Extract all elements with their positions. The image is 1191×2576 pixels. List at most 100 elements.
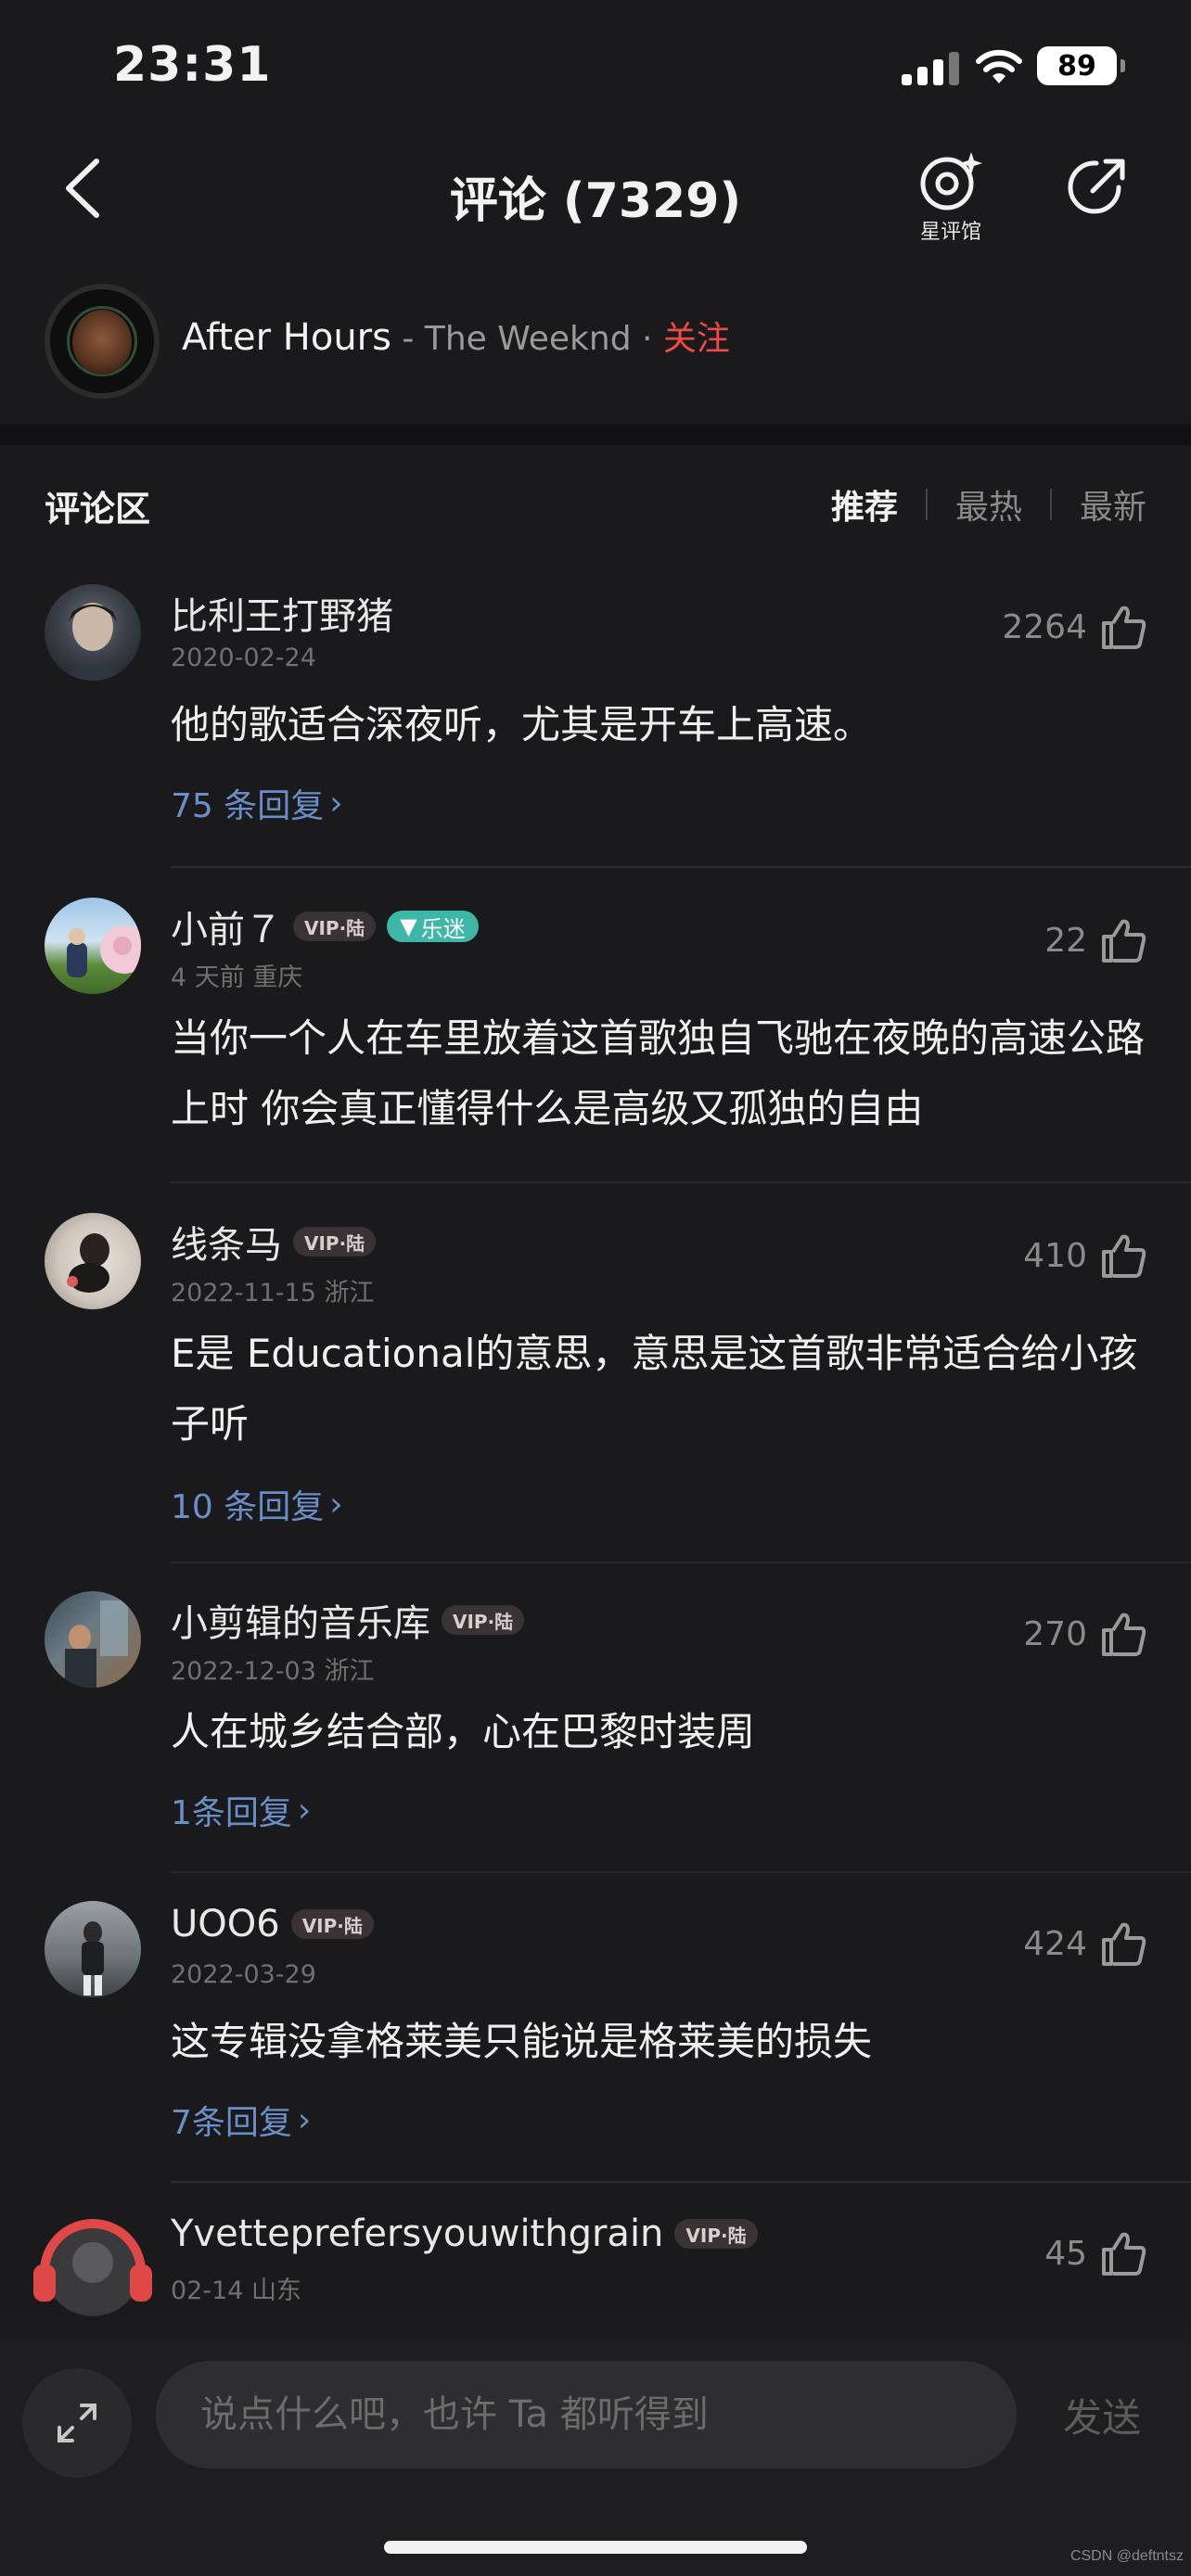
tab-recommended[interactable]: 推荐 [831, 480, 898, 529]
scroll-fade [0, 2309, 1191, 2346]
song-text: After Hours - The Weeknd · 关注 [182, 312, 730, 360]
comment-date: 4 天前 重庆 [171, 963, 303, 992]
replies-link[interactable]: 75 条回复 › [171, 779, 343, 827]
status-bar: 23:31 89 [0, 0, 1191, 130]
song-info-row[interactable]: After Hours - The Weeknd · 关注 [0, 278, 1191, 399]
vip-badge: VIP·陆 [442, 1605, 525, 1635]
tab-newest[interactable]: 最新 [1080, 480, 1146, 529]
replies-link[interactable]: 7条回复 › [171, 2096, 311, 2144]
avatar[interactable] [45, 898, 141, 994]
divider [171, 866, 1191, 868]
avatar[interactable] [45, 1591, 141, 1688]
filter-icon: ▼ [400, 913, 417, 939]
thumbs-up-icon [1102, 1234, 1146, 1278]
replies-link[interactable]: 1条回复 › [171, 1786, 311, 1834]
thumbs-up-icon [1102, 919, 1146, 963]
sparkle-record-icon [920, 152, 982, 210]
thumbs-up-icon [1102, 1922, 1146, 1966]
follow-button[interactable]: 关注 [663, 320, 730, 358]
username-text[interactable]: 线条马 [171, 1215, 282, 1269]
comment-date: 2022-11-15 浙江 [171, 1279, 375, 1307]
replies-link[interactable]: 10 条回复 › [171, 1480, 343, 1528]
tab-hottest[interactable]: 最热 [955, 480, 1022, 529]
section-title: 评论区 [45, 489, 151, 529]
headphones-avatar-frame [33, 2219, 152, 2316]
like-button[interactable]: 2264 [1002, 605, 1146, 649]
home-indicator [384, 2541, 807, 2554]
username[interactable]: Yvetteprefersyouwithgrain VIP·陆 [171, 2213, 758, 2255]
avatar[interactable] [45, 584, 141, 681]
username[interactable]: 小前７ VIP·陆 ▼ 乐迷 [171, 899, 479, 953]
vip-badge: VIP·陆 [290, 1909, 374, 1939]
share-icon[interactable] [1065, 154, 1130, 219]
wifi-icon [976, 49, 1022, 83]
like-count: 270 [1023, 1614, 1087, 1653]
username-text[interactable]: UOO6 [171, 1903, 280, 1945]
username[interactable]: UOO6 VIP·陆 [171, 1903, 374, 1945]
comment-text: 人在城乡结合部，心在巴黎时装周 [171, 1709, 756, 1754]
replies-text[interactable]: 10 条回复 [171, 1480, 324, 1528]
star-review-button[interactable]: 星评馆 [909, 150, 992, 252]
avatar[interactable] [45, 1901, 141, 1997]
like-button[interactable]: 424 [1023, 1921, 1146, 1966]
section-divider [0, 425, 1191, 445]
like-button[interactable]: 410 [1023, 1233, 1146, 1278]
divider [171, 2181, 1191, 2183]
username-text[interactable]: 小剪辑的音乐库 [171, 1593, 430, 1647]
artist-name[interactable]: The Weeknd [425, 320, 632, 358]
comment-item: 小剪辑的音乐库 VIP·陆 2022-12-03 浙江 270 人在城乡结合部，… [0, 1591, 1191, 1873]
divider [171, 1181, 1191, 1183]
like-count: 410 [1023, 1236, 1087, 1275]
status-time: 23:31 [113, 37, 272, 93]
dot-separator: · [631, 320, 663, 358]
fan-badge: ▼ 乐迷 [387, 911, 479, 942]
username[interactable]: 小剪辑的音乐库 VIP·陆 [171, 1593, 525, 1647]
comment-text: 这专辑没拿格莱美只能说是格莱美的损失 [171, 2019, 873, 2064]
avatar[interactable] [28, 2198, 158, 2327]
sort-tabs: 推荐 最热 最新 [831, 480, 1146, 529]
artist-separator: - [391, 320, 425, 358]
comment-item: 比利王打野猪 2020-02-24 2264 他的歌适合深夜听，尤其是开车上高速… [0, 584, 1191, 868]
divider [171, 1871, 1191, 1873]
like-count: 45 [1044, 2234, 1087, 2273]
chevron-right-icon: › [297, 2100, 312, 2139]
comment-input[interactable] [156, 2361, 1017, 2468]
comment-date: 2022-12-03 浙江 [171, 1657, 375, 1686]
song-title: After Hours [182, 316, 391, 359]
like-button[interactable]: 45 [1044, 2231, 1146, 2276]
comment-date: 2020-02-24 [171, 644, 316, 672]
like-count: 22 [1044, 921, 1087, 960]
vip-badge: VIP·陆 [293, 912, 377, 941]
replies-text[interactable]: 1条回复 [171, 1786, 292, 1834]
like-button[interactable]: 270 [1023, 1612, 1146, 1656]
username[interactable]: 比利王打野猪 [171, 586, 393, 640]
star-review-label: 星评馆 [919, 221, 981, 244]
chevron-right-icon: › [329, 1485, 343, 1524]
page-title: 评论 (7329) [449, 173, 742, 229]
thumbs-up-icon [1102, 606, 1146, 649]
like-button[interactable]: 22 [1044, 918, 1146, 963]
battery-indicator: 89 [1037, 46, 1125, 85]
vip-badge: VIP·陆 [674, 2219, 758, 2249]
chevron-right-icon: › [329, 784, 343, 823]
like-count: 424 [1023, 1924, 1087, 1963]
vip-badge: VIP·陆 [293, 1227, 377, 1256]
username-text[interactable]: Yvetteprefersyouwithgrain [171, 2213, 663, 2255]
comment-text: E是 Educational的意思，意思是这首歌非常适合给小孩子听 [171, 1331, 1138, 1447]
chevron-right-icon: › [297, 1791, 312, 1830]
tab-divider [925, 489, 928, 520]
username-text[interactable]: 小前７ [171, 899, 282, 953]
username-text[interactable]: 比利王打野猪 [171, 586, 393, 640]
album-cover[interactable] [45, 284, 160, 399]
replies-text[interactable]: 75 条回复 [171, 779, 324, 827]
replies-text[interactable]: 7条回复 [171, 2096, 292, 2144]
comment-input-bar: 发送 CSDN @deftntsz [0, 2346, 1191, 2576]
avatar[interactable] [45, 1213, 141, 1309]
comment-item: 小前７ VIP·陆 ▼ 乐迷 4 天前 重庆 22 当你一个人在车里放着这首歌独自… [0, 898, 1191, 1183]
username[interactable]: 线条马 VIP·陆 [171, 1215, 377, 1269]
expand-button[interactable] [22, 2368, 132, 2478]
send-button[interactable]: 发送 [1063, 2387, 1141, 2443]
comment-item: UOO6 VIP·陆 2022-03-29 424 这专辑没拿格莱美只能说是格莱… [0, 1901, 1191, 2183]
expand-arrows-icon [58, 2404, 96, 2442]
watermark: CSDN @deftntsz [1069, 2548, 1184, 2564]
